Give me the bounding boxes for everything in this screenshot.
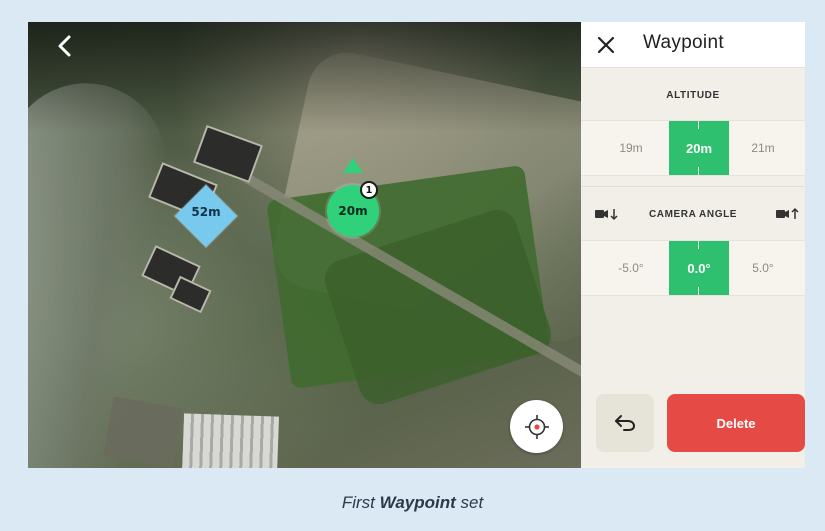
picker-tick	[698, 287, 699, 295]
close-icon	[597, 36, 615, 54]
camera-angle-label: CAMERA ANGLE	[648, 209, 738, 220]
undo-button[interactable]	[596, 394, 654, 452]
altitude-label: ALTITUDE	[666, 90, 720, 101]
chevron-left-icon	[58, 35, 71, 57]
camera-angle-option[interactable]: -5.0°	[601, 241, 661, 295]
altitude-option-selected[interactable]: 20m	[669, 121, 729, 175]
crosshair-target-icon	[524, 414, 549, 439]
undo-icon	[615, 415, 636, 431]
altitude-option[interactable]: 21m	[733, 121, 793, 175]
caption-prefix: First	[341, 493, 380, 512]
waypoint-panel: Waypoint ALTITUDE 19m 20m 21m CAMERA ANG…	[581, 22, 805, 468]
camera-angle-option-selected[interactable]: 0.0°	[669, 241, 729, 295]
back-button[interactable]	[54, 34, 78, 58]
satellite-map[interactable]: 52m 20m 1	[28, 22, 581, 468]
app-screen: 52m 20m 1 Waypoint ALTITUDE 19m 20m 21m …	[28, 22, 805, 468]
waypoint-altitude-label: 52m	[191, 205, 221, 219]
close-button[interactable]	[595, 34, 617, 56]
divider	[581, 186, 805, 187]
panel-title: Waypoint	[643, 32, 724, 53]
picker-tick	[698, 241, 699, 249]
altitude-picker[interactable]: 19m 20m 21m	[581, 120, 805, 176]
picker-tick	[698, 167, 699, 175]
panel-header: Waypoint	[581, 22, 805, 68]
waypoint-altitude-label: 20m	[338, 204, 368, 218]
waypoint-diamond-marker[interactable]: 52m	[174, 184, 238, 248]
caption-bold: Waypoint	[379, 493, 456, 512]
figure-frame: 52m 20m 1 Waypoint ALTITUDE 19m 20m 21m …	[0, 0, 825, 531]
picker-tick	[698, 121, 699, 129]
map-shade	[28, 22, 581, 132]
figure-caption: First Waypoint set	[0, 493, 825, 513]
camera-angle-picker[interactable]: -5.0° 0.0° 5.0°	[581, 240, 805, 296]
waypoint-index-badge: 1	[360, 181, 378, 199]
camera-angle-option[interactable]: 5.0°	[733, 241, 793, 295]
map-building	[192, 124, 264, 184]
delete-button[interactable]: Delete	[667, 394, 805, 452]
caption-suffix: set	[455, 493, 484, 512]
heading-arrow-icon	[343, 158, 363, 173]
camera-tilt-up-icon	[776, 207, 799, 219]
map-building-roof	[181, 413, 280, 468]
map-building	[103, 396, 183, 468]
locate-button[interactable]	[510, 400, 563, 453]
altitude-option[interactable]: 19m	[601, 121, 661, 175]
